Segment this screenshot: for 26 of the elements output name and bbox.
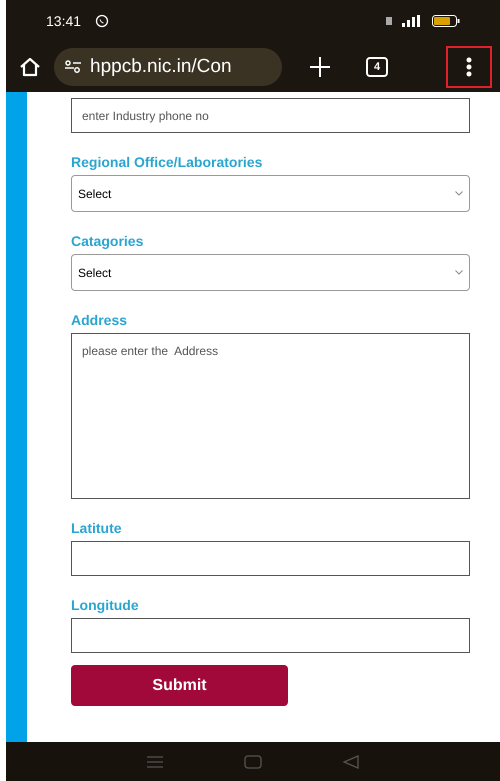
submit-button[interactable]: Submit bbox=[71, 665, 288, 706]
field-label: Longitude bbox=[71, 596, 140, 614]
address-bar[interactable]: hppcb.nic.in/Con bbox=[54, 48, 282, 86]
field-label: Regional Office/Laboratories bbox=[71, 153, 264, 171]
battery-icon bbox=[432, 15, 460, 27]
chevron-icon bbox=[455, 191, 463, 196]
chat-icon bbox=[95, 14, 110, 28]
select-dropdown[interactable]: Select bbox=[71, 254, 470, 291]
url-text: hppcb.nic.in/Con bbox=[90, 54, 232, 79]
site-settings-icon[interactable] bbox=[64, 60, 82, 74]
menu-button[interactable] bbox=[448, 48, 490, 86]
more-icon[interactable] bbox=[466, 57, 472, 77]
field-label: Catagories bbox=[71, 232, 144, 250]
address-field[interactable]: please enter the Address bbox=[71, 333, 470, 499]
menu-icon[interactable] bbox=[146, 756, 163, 768]
input-field[interactable]: enter Industry phone no bbox=[71, 98, 470, 133]
status-time: 13:41 bbox=[46, 12, 82, 30]
chevron-icon bbox=[455, 270, 463, 275]
tab-count-button[interactable]: 4 bbox=[366, 57, 388, 77]
input-field[interactable] bbox=[71, 618, 470, 653]
field-label: Address bbox=[71, 311, 128, 329]
home-icon[interactable] bbox=[244, 754, 262, 768]
input-field[interactable] bbox=[71, 541, 470, 576]
back-icon[interactable] bbox=[343, 754, 360, 768]
select-dropdown[interactable]: Select bbox=[71, 175, 470, 212]
field-label: Latitute bbox=[71, 519, 123, 537]
